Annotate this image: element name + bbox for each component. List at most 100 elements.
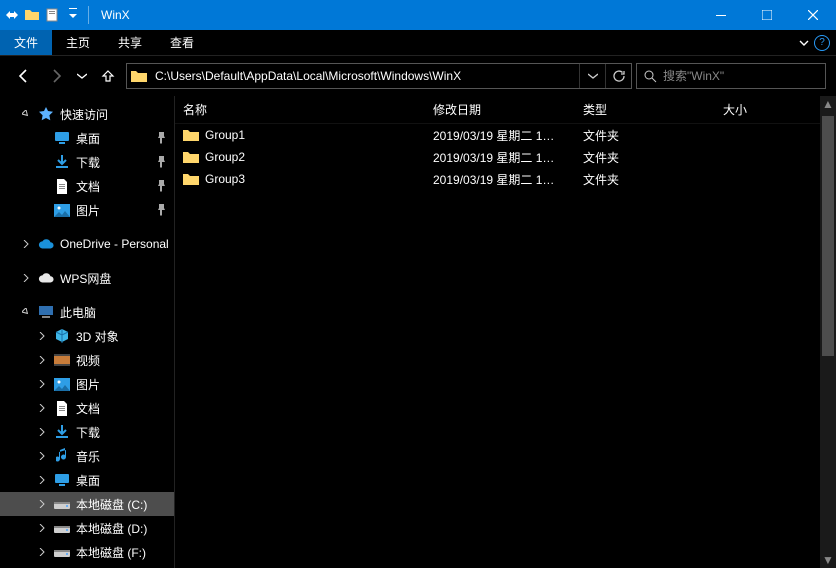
recent-locations-button[interactable] xyxy=(74,62,90,90)
expand-caret[interactable] xyxy=(20,308,32,316)
maximize-button[interactable] xyxy=(744,0,790,30)
ribbon: 文件 主页 共享 查看 ? xyxy=(0,30,836,56)
search-input[interactable] xyxy=(663,69,825,83)
3d-icon xyxy=(54,328,70,344)
expand-caret[interactable] xyxy=(36,548,48,556)
sidebar-onedrive[interactable]: OneDrive - Personal xyxy=(0,232,174,256)
back-button[interactable] xyxy=(10,62,38,90)
navigation-pane[interactable]: 快速访问 ·桌面·下载·文档·图片 OneDrive - Personal WPS网盘… xyxy=(0,96,175,568)
sidebar-pc-item[interactable]: 本地磁盘 (D:) xyxy=(0,516,174,540)
file-rows: Group12019/03/19 星期二 1…文件夹Group22019/03/… xyxy=(175,124,836,190)
expand-caret[interactable] xyxy=(36,380,48,388)
pic-icon xyxy=(54,376,70,392)
minimize-button[interactable] xyxy=(698,0,744,30)
desktop-icon xyxy=(54,472,70,488)
sidebar-item-label: 文档 xyxy=(76,400,100,417)
sidebar-this-pc[interactable]: 此电脑 xyxy=(0,300,174,324)
onedrive-icon xyxy=(38,236,54,252)
ribbon-tab-share[interactable]: 共享 xyxy=(104,30,156,55)
file-type: 文件夹 xyxy=(575,149,715,166)
scroll-thumb[interactable] xyxy=(822,116,834,356)
expand-caret[interactable] xyxy=(20,274,32,282)
sidebar-pc-item[interactable]: 视频 xyxy=(0,348,174,372)
sidebar-item-label: 本地磁盘 (C:) xyxy=(76,496,147,513)
sidebar-item-label: 本地磁盘 (F:) xyxy=(76,544,146,561)
expand-caret[interactable] xyxy=(20,110,32,118)
expand-caret[interactable] xyxy=(20,240,32,248)
expand-caret[interactable] xyxy=(36,404,48,412)
sidebar-pc-item[interactable]: 文档 xyxy=(0,396,174,420)
column-type[interactable]: 类型 xyxy=(575,101,715,118)
close-button[interactable] xyxy=(790,0,836,30)
sidebar-pc-item[interactable]: 图片 xyxy=(0,372,174,396)
column-name[interactable]: 名称 xyxy=(175,101,425,118)
scroll-up-arrow[interactable]: ▲ xyxy=(820,96,836,112)
file-row[interactable]: Group32019/03/19 星期二 1…文件夹 xyxy=(175,168,836,190)
address-input[interactable] xyxy=(151,69,579,83)
up-button[interactable] xyxy=(94,62,122,90)
sidebar-item-label: 快速访问 xyxy=(60,106,108,123)
properties-icon[interactable] xyxy=(44,7,60,23)
ribbon-tab-home[interactable]: 主页 xyxy=(52,30,104,55)
file-row[interactable]: Group12019/03/19 星期二 1…文件夹 xyxy=(175,124,836,146)
help-button[interactable]: ? xyxy=(814,35,830,51)
column-headers[interactable]: 名称 修改日期 类型 大小 xyxy=(175,96,836,124)
sidebar-quick-item[interactable]: ·下载 xyxy=(0,150,174,174)
sidebar-pc-item[interactable]: 本地磁盘 (F:) xyxy=(0,540,174,564)
pic-icon xyxy=(54,202,70,218)
folder-icon xyxy=(183,171,199,187)
sidebar-pc-item[interactable]: 桌面 xyxy=(0,468,174,492)
expand-caret[interactable] xyxy=(36,452,48,460)
sidebar-wps[interactable]: WPS网盘 xyxy=(0,266,174,290)
folder-small-icon[interactable] xyxy=(24,7,40,23)
search-box[interactable] xyxy=(636,63,826,89)
expand-caret[interactable] xyxy=(36,332,48,340)
forward-button[interactable] xyxy=(42,62,70,90)
sidebar-pc-item[interactable]: 音乐 xyxy=(0,444,174,468)
expand-caret[interactable] xyxy=(36,476,48,484)
drive-icon xyxy=(54,496,70,512)
expand-caret[interactable] xyxy=(36,500,48,508)
sidebar-item-label: OneDrive - Personal xyxy=(60,237,169,251)
address-bar[interactable] xyxy=(126,63,632,89)
file-list-pane: 名称 修改日期 类型 大小 Group12019/03/19 星期二 1…文件夹… xyxy=(175,96,836,568)
folder-icon xyxy=(127,70,151,83)
sidebar-pc-item[interactable]: 下载 xyxy=(0,420,174,444)
doc-icon xyxy=(54,400,70,416)
title-bar: WinX xyxy=(0,0,836,30)
vertical-scrollbar[interactable]: ▲ ▼ xyxy=(820,96,836,568)
expand-caret[interactable] xyxy=(36,428,48,436)
expand-caret[interactable] xyxy=(36,524,48,532)
pin-icon xyxy=(157,180,166,192)
nav-arrows-icon[interactable] xyxy=(4,7,20,23)
sidebar-item-label: 图片 xyxy=(76,376,100,393)
sidebar-quick-item[interactable]: ·图片 xyxy=(0,198,174,222)
sidebar-item-label: 此电脑 xyxy=(60,304,96,321)
ribbon-tab-view[interactable]: 查看 xyxy=(156,30,208,55)
sidebar-pc-item[interactable]: 3D 对象 xyxy=(0,324,174,348)
folder-icon xyxy=(183,149,199,165)
expand-caret[interactable] xyxy=(36,356,48,364)
window-title: WinX xyxy=(101,8,130,22)
sidebar-pc-item[interactable]: 本地磁盘 (C:) xyxy=(0,492,174,516)
ribbon-expand-button[interactable] xyxy=(798,37,810,49)
sidebar-quick-item[interactable]: ·桌面 xyxy=(0,126,174,150)
refresh-button[interactable] xyxy=(605,64,631,88)
pc-icon xyxy=(38,304,54,320)
music-icon xyxy=(54,448,70,464)
address-dropdown-button[interactable] xyxy=(579,64,605,88)
file-row[interactable]: Group22019/03/19 星期二 1…文件夹 xyxy=(175,146,836,168)
file-type: 文件夹 xyxy=(575,127,715,144)
sidebar-item-label: 视频 xyxy=(76,352,100,369)
column-size[interactable]: 大小 xyxy=(715,101,805,118)
ribbon-file-tab[interactable]: 文件 xyxy=(0,30,52,55)
sidebar-item-label: 文档 xyxy=(76,178,100,195)
sidebar-quick-item[interactable]: ·文档 xyxy=(0,174,174,198)
sidebar-quick-access[interactable]: 快速访问 xyxy=(0,102,174,126)
sidebar-item-label: 本地磁盘 (D:) xyxy=(76,520,147,537)
column-date[interactable]: 修改日期 xyxy=(425,101,575,118)
file-date: 2019/03/19 星期二 1… xyxy=(425,149,575,166)
scroll-down-arrow[interactable]: ▼ xyxy=(820,552,836,568)
qat-dropdown[interactable] xyxy=(64,0,82,30)
file-date: 2019/03/19 星期二 1… xyxy=(425,171,575,188)
